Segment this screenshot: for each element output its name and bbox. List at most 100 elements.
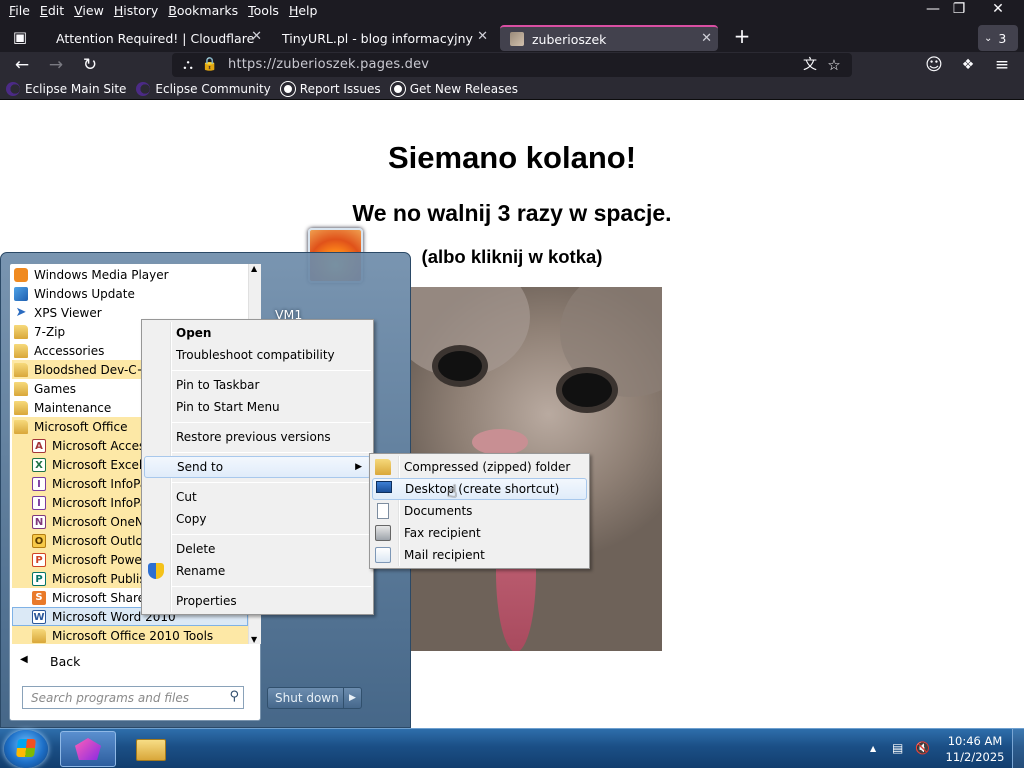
show-desktop-button[interactable] (1012, 729, 1024, 768)
separator (172, 422, 371, 423)
search-icon[interactable]: ⚲ (229, 689, 239, 704)
close-icon[interactable]: ✕ (701, 31, 712, 46)
infopath-icon: I (32, 495, 46, 510)
close-window-icon[interactable]: ✕ (980, 0, 1016, 20)
shutdown-button[interactable]: Shut down ▶ (267, 687, 362, 709)
ctx-cut[interactable]: Cut (144, 486, 371, 508)
mail-icon (375, 547, 391, 563)
ctx-pin-taskbar[interactable]: Pin to Taskbar (144, 374, 371, 396)
page-title: Siemano kolano! (387, 140, 637, 175)
menu-tools[interactable]: Tools (243, 0, 284, 22)
shutdown-options-arrow-icon[interactable]: ▶ (343, 688, 361, 708)
folder-icon (14, 400, 28, 415)
navigation-bar: ← → ↻ ⛬ 🔒 https://zuberioszek.pages.dev … (0, 52, 1024, 78)
back-button[interactable]: ◀ Back (10, 652, 260, 672)
start-button[interactable] (4, 730, 48, 768)
eclipse-icon (136, 81, 151, 96)
sendto-compressed[interactable]: Compressed (zipped) folder (372, 456, 587, 478)
tab-title: TinyURL.pl - blog informacyjny (282, 30, 473, 46)
ctx-restore-versions[interactable]: Restore previous versions (144, 426, 371, 448)
windows-update-icon (14, 286, 28, 301)
folder-icon (14, 324, 28, 339)
tab-title: Attention Required! | Cloudflare (56, 30, 255, 46)
sendto-fax[interactable]: Fax recipient (372, 522, 587, 544)
folder-icon (14, 419, 28, 434)
tab-title: zuberioszek (532, 31, 607, 47)
sendto-documents[interactable]: Documents (372, 500, 587, 522)
menu-file[interactable]: File (4, 0, 35, 22)
bookmark-new-releases[interactable]: Get New Releases (390, 81, 519, 96)
menu-view[interactable]: View (69, 0, 109, 22)
taskbar-explorer[interactable] (122, 731, 178, 767)
sharepoint-icon: S (32, 590, 46, 605)
taskbar-firefox[interactable] (60, 731, 116, 767)
show-hidden-icons-icon[interactable]: ▲ (870, 744, 876, 753)
ctx-send-to[interactable]: Send to ▶ (144, 456, 371, 478)
outlook-icon: O (32, 533, 46, 548)
volume-muted-icon[interactable]: 🔇 (915, 741, 930, 755)
scroll-up-icon[interactable]: ▲ (251, 264, 257, 273)
ctx-delete[interactable]: Delete (144, 538, 371, 560)
chevron-down-icon: ⌄ (984, 32, 993, 44)
site-info-icon[interactable]: ⛬ (176, 54, 200, 76)
restore-icon[interactable]: ❐ (941, 0, 977, 20)
menu-edit[interactable]: Edit (35, 0, 69, 22)
ctx-rename[interactable]: Rename (144, 560, 371, 582)
uac-shield-icon (148, 563, 164, 579)
reload-icon[interactable]: ↻ (78, 54, 102, 76)
tab-cloudflare[interactable]: Attention Required! | Cloudflare ✕ (46, 25, 268, 51)
ctx-copy[interactable]: Copy (144, 508, 371, 530)
menu-bookmarks[interactable]: Bookmarks (163, 0, 243, 22)
sendto-desktop[interactable]: Desktop (create shortcut) (372, 478, 587, 500)
translate-icon[interactable]: 文 (798, 54, 822, 76)
menu-help[interactable]: Help (284, 0, 323, 22)
ctx-troubleshoot[interactable]: Troubleshoot compatibility (144, 344, 371, 366)
bookmark-eclipse-main[interactable]: Eclipse Main Site (6, 81, 127, 96)
access-icon: A (32, 438, 46, 453)
search-input[interactable]: Search programs and files ⚲ (22, 686, 244, 709)
scroll-down-icon[interactable]: ▼ (251, 635, 257, 644)
ctx-pin-start[interactable]: Pin to Start Menu (144, 396, 371, 418)
tab-tinyurl[interactable]: TinyURL.pl - blog informacyjny ✕ (272, 25, 494, 51)
bookmark-report-issues[interactable]: Report Issues (280, 81, 381, 96)
list-all-tabs-button[interactable]: ⌄ 3 (978, 25, 1018, 51)
tab-zuberioszek[interactable]: zuberioszek ✕ (500, 25, 718, 51)
lock-icon[interactable]: 🔒 (198, 54, 222, 76)
sendto-mail[interactable]: Mail recipient (372, 544, 587, 566)
bookmark-label: Eclipse Main Site (25, 81, 127, 96)
media-player-icon (14, 267, 28, 282)
close-icon[interactable]: ✕ (251, 29, 262, 44)
forward-arrow-icon[interactable]: → (44, 54, 68, 76)
fax-icon (375, 525, 391, 541)
network-icon[interactable]: ▤ (892, 741, 903, 755)
extensions-icon[interactable]: ❖ (956, 54, 980, 76)
hamburger-menu-icon[interactable]: ≡ (990, 54, 1014, 76)
folder-icon (32, 628, 46, 643)
bookmark-eclipse-community[interactable]: Eclipse Community (136, 81, 271, 96)
folder-icon (14, 381, 28, 396)
program-item[interactable]: Windows Update (12, 284, 248, 303)
url-bar[interactable]: ⛬ 🔒 https://zuberioszek.pages.dev 文 ☆ (172, 53, 852, 77)
zip-folder-icon (375, 459, 391, 475)
back-triangle-icon: ◀ (20, 654, 28, 665)
program-item[interactable]: Windows Media Player (12, 265, 248, 284)
folder-icon (14, 362, 28, 377)
bookmark-label: Get New Releases (409, 81, 519, 96)
ctx-properties[interactable]: Properties (144, 590, 371, 612)
back-arrow-icon[interactable]: ← (10, 54, 34, 76)
github-icon (280, 81, 295, 96)
account-icon[interactable]: ☺ (922, 54, 946, 76)
bookmark-star-icon[interactable]: ☆ (822, 54, 846, 76)
windows-logo-icon (16, 739, 36, 757)
separator (172, 370, 371, 371)
new-tab-icon[interactable]: + (730, 25, 754, 47)
ctx-open[interactable]: Open (144, 322, 371, 344)
url-text[interactable]: https://zuberioszek.pages.dev (228, 57, 429, 72)
clock-time: 10:46 AM (947, 734, 1003, 748)
separator (172, 534, 371, 535)
menu-history[interactable]: History (109, 0, 163, 22)
clock[interactable]: 10:46 AM 11/2/2025 (940, 733, 1010, 765)
program-item[interactable]: Microsoft Office 2010 Tools (12, 626, 248, 644)
close-icon[interactable]: ✕ (477, 29, 488, 44)
firefox-view-icon[interactable]: ▣ (8, 26, 32, 48)
